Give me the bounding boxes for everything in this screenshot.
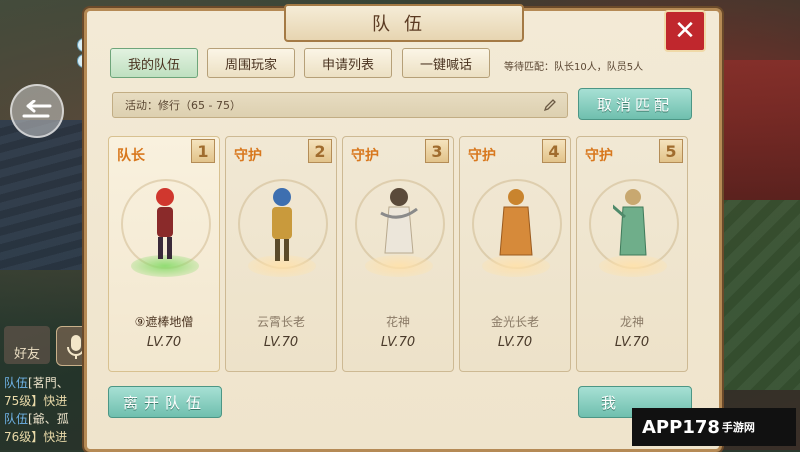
member-name: ⑨遮棒地僧 — [134, 315, 194, 329]
close-icon: ✕ — [674, 16, 696, 46]
slot-number: 2 — [308, 139, 332, 163]
chat-text: [茗門、 — [28, 376, 69, 390]
chat-tag: 队伍 — [4, 412, 29, 426]
member-name: 云霄长老 — [256, 315, 305, 329]
member-card-5[interactable]: 守护 5 龙神 LV.70 — [576, 136, 688, 372]
member-name: 金光长老 — [490, 315, 539, 329]
character-figure — [380, 188, 418, 254]
chat-tag: 队伍 — [4, 376, 29, 390]
watermark-sub: 手游网 — [721, 421, 755, 434]
tab-label: 我的队伍 — [127, 57, 180, 73]
cancel-match-button[interactable]: 取消匹配 — [578, 88, 692, 120]
tab-label: 申请列表 — [321, 57, 374, 73]
match-status-text: 等待匹配：队长10人，队员5人 — [504, 62, 644, 73]
cancel-match-label: 取消匹配 — [596, 95, 673, 114]
slot-number: 4 — [542, 139, 566, 163]
site-watermark: APP178 手游网 — [632, 408, 796, 446]
member-card-3[interactable]: 守护 3 花神 LV.70 — [342, 136, 454, 372]
leave-team-label: 离开队伍 — [122, 393, 207, 412]
window-title: 队伍 — [284, 4, 524, 42]
member-role: 守护 — [585, 148, 613, 164]
member-name: 花神 — [385, 315, 410, 329]
character-figure — [613, 189, 647, 256]
member-level: LV.70 — [263, 335, 299, 350]
chat-text: 76级】快进 — [4, 430, 68, 444]
character-figure — [156, 188, 174, 259]
watermark-main: APP178 — [642, 416, 720, 438]
slot-number: 3 — [425, 139, 449, 163]
member-role: 队长 — [117, 148, 145, 164]
member-card-4[interactable]: 守护 4 金光长老 LV.70 — [459, 136, 571, 372]
member-role: 守护 — [351, 148, 379, 164]
friends-button[interactable]: 好友 — [4, 326, 50, 364]
activity-field[interactable]: 活动：修行（65 - 75） — [112, 92, 568, 118]
friends-label: 好友 — [13, 347, 40, 362]
chat-text: 75级】快进 — [4, 394, 68, 408]
chat-text: [爺、孤 — [28, 412, 69, 426]
tab-application-list[interactable]: 申请列表 — [304, 48, 392, 78]
leave-team-button[interactable]: 离开队伍 — [108, 386, 222, 418]
member-level: LV.70 — [497, 335, 533, 350]
slot-number: 5 — [659, 139, 683, 163]
return-arrow-icon — [22, 100, 52, 118]
tab-nearby-players[interactable]: 周围玩家 — [207, 48, 295, 78]
bottom-right-label: 我 — [601, 393, 623, 412]
member-level: LV.70 — [146, 335, 182, 350]
back-button[interactable] — [10, 84, 64, 138]
tab-label: 一键喊话 — [419, 57, 472, 73]
member-card-2[interactable]: 守护 2 云霄长老 LV.70 — [225, 136, 337, 372]
close-button[interactable]: ✕ — [664, 10, 706, 52]
character-figure — [272, 188, 292, 261]
activity-value: 活动：修行（65 - 75） — [125, 99, 241, 112]
character-figure — [499, 189, 533, 256]
member-level: LV.70 — [380, 335, 416, 350]
member-name: 龙神 — [619, 315, 644, 329]
member-role: 守护 — [234, 148, 262, 164]
slot-number: 1 — [191, 139, 215, 163]
tab-one-click-shout[interactable]: 一键喊话 — [402, 48, 490, 78]
tab-my-team[interactable]: 我的队伍 — [110, 48, 198, 78]
pencil-icon[interactable] — [543, 98, 557, 112]
tab-label: 周围玩家 — [224, 57, 277, 73]
member-card-1[interactable]: 队长 1 ⑨遮棒地僧 LV.70 — [108, 136, 220, 372]
member-level: LV.70 — [614, 335, 650, 350]
member-role: 守护 — [468, 148, 496, 164]
